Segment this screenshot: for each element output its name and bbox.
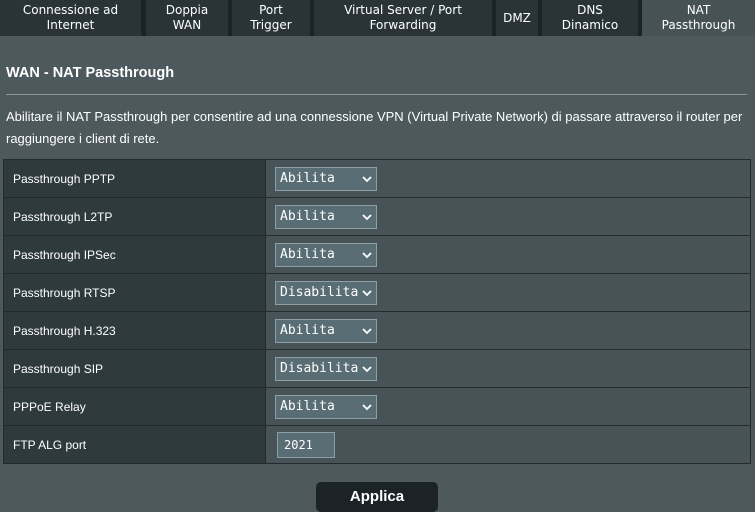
tab-label-line2: Internet bbox=[46, 18, 95, 32]
select-value: Abilita bbox=[280, 246, 335, 262]
setting-row-l2tp: Passthrough L2TP Abilita bbox=[3, 197, 751, 236]
tab-label-line2: Forwarding bbox=[369, 18, 437, 32]
setting-row-h323: Passthrough H.323 Abilita bbox=[3, 311, 751, 350]
setting-value-cell: Disabilita bbox=[265, 273, 751, 312]
page-title: WAN - NAT Passthrough bbox=[6, 65, 175, 81]
chevron-down-icon bbox=[362, 327, 372, 334]
setting-label: Passthrough IPSec bbox=[3, 235, 266, 274]
setting-label: PPPoE Relay bbox=[3, 387, 266, 426]
sip-select[interactable]: Disabilita bbox=[275, 356, 377, 381]
h323-select[interactable]: Abilita bbox=[275, 318, 377, 343]
tab-label-line2: WAN bbox=[172, 18, 202, 32]
settings-table: Passthrough PPTP Abilita Passthrough L2T… bbox=[3, 159, 751, 464]
select-value: Disabilita bbox=[280, 284, 359, 300]
tab-label-line1: Port bbox=[259, 3, 283, 17]
select-value: Abilita bbox=[280, 208, 335, 224]
setting-value-cell: Abilita bbox=[265, 387, 751, 426]
tab-nat-passthrough[interactable]: NAT Passthrough bbox=[642, 0, 755, 36]
select-value: Abilita bbox=[280, 170, 335, 186]
tab-label-line1: DMZ bbox=[503, 10, 531, 25]
setting-label: Passthrough L2TP bbox=[3, 197, 266, 236]
tab-label-line1: Doppia bbox=[165, 3, 209, 17]
tab-label-line2: Trigger bbox=[250, 18, 292, 32]
setting-label: Passthrough H.323 bbox=[3, 311, 266, 350]
tab-label-line1: NAT bbox=[686, 3, 711, 17]
tab-dmz[interactable]: DMZ bbox=[496, 0, 538, 36]
setting-row-ftp-alg: FTP ALG port bbox=[3, 425, 751, 464]
tab-label-line1: DNS bbox=[577, 3, 603, 17]
setting-value-cell bbox=[265, 425, 751, 464]
setting-row-sip: Passthrough SIP Disabilita bbox=[3, 349, 751, 388]
l2tp-select[interactable]: Abilita bbox=[275, 204, 377, 229]
setting-value-cell: Abilita bbox=[265, 197, 751, 236]
setting-row-pptp: Passthrough PPTP Abilita bbox=[3, 159, 751, 198]
setting-row-pppoe-relay: PPPoE Relay Abilita bbox=[3, 387, 751, 426]
select-value: Abilita bbox=[280, 322, 335, 338]
select-value: Abilita bbox=[280, 398, 335, 414]
chevron-down-icon bbox=[362, 251, 372, 258]
tab-label-line1: Connessione ad bbox=[22, 3, 119, 17]
tab-label-line2: Passthrough bbox=[661, 18, 736, 32]
pppoe-relay-select[interactable]: Abilita bbox=[275, 394, 377, 419]
tab-label-line1: Virtual Server / Port bbox=[344, 3, 462, 17]
apply-button[interactable]: Applica bbox=[316, 482, 438, 512]
setting-row-rtsp: Passthrough RTSP Disabilita bbox=[3, 273, 751, 312]
tab-label-line2: Dinamico bbox=[561, 18, 619, 32]
setting-value-cell: Abilita bbox=[265, 159, 751, 198]
tab-doppia-wan[interactable]: Doppia WAN bbox=[146, 0, 228, 36]
setting-value-cell: Disabilita bbox=[265, 349, 751, 388]
setting-label: Passthrough RTSP bbox=[3, 273, 266, 312]
chevron-down-icon bbox=[362, 365, 372, 372]
tab-port-trigger[interactable]: Port Trigger bbox=[232, 0, 310, 36]
select-value: Disabilita bbox=[280, 360, 359, 376]
setting-label: FTP ALG port bbox=[3, 425, 266, 464]
page-description: Abilitare il NAT Passthrough per consent… bbox=[6, 109, 743, 146]
rtsp-select[interactable]: Disabilita bbox=[275, 280, 377, 305]
setting-label: Passthrough SIP bbox=[3, 349, 266, 388]
tab-virtual-server[interactable]: Virtual Server / Port Forwarding bbox=[314, 0, 492, 36]
setting-row-ipsec: Passthrough IPSec Abilita bbox=[3, 235, 751, 274]
chevron-down-icon bbox=[362, 289, 372, 296]
chevron-down-icon bbox=[362, 403, 372, 410]
title-divider bbox=[6, 94, 747, 95]
setting-label: Passthrough PPTP bbox=[3, 159, 266, 198]
setting-value-cell: Abilita bbox=[265, 311, 751, 350]
chevron-down-icon bbox=[362, 175, 372, 182]
pptp-select[interactable]: Abilita bbox=[275, 166, 377, 191]
tab-dns-dinamico[interactable]: DNS Dinamico bbox=[542, 0, 638, 36]
ftp-alg-port-input[interactable] bbox=[277, 431, 335, 458]
chevron-down-icon bbox=[362, 213, 372, 220]
tab-bar: Connessione ad Internet Doppia WAN Port Tri… bbox=[0, 0, 755, 36]
setting-value-cell: Abilita bbox=[265, 235, 751, 274]
tab-connessione-internet[interactable]: Connessione ad Internet bbox=[0, 0, 141, 36]
main-content: WAN - NAT Passthrough Abilitare il NAT P… bbox=[0, 36, 755, 512]
ipsec-select[interactable]: Abilita bbox=[275, 242, 377, 267]
